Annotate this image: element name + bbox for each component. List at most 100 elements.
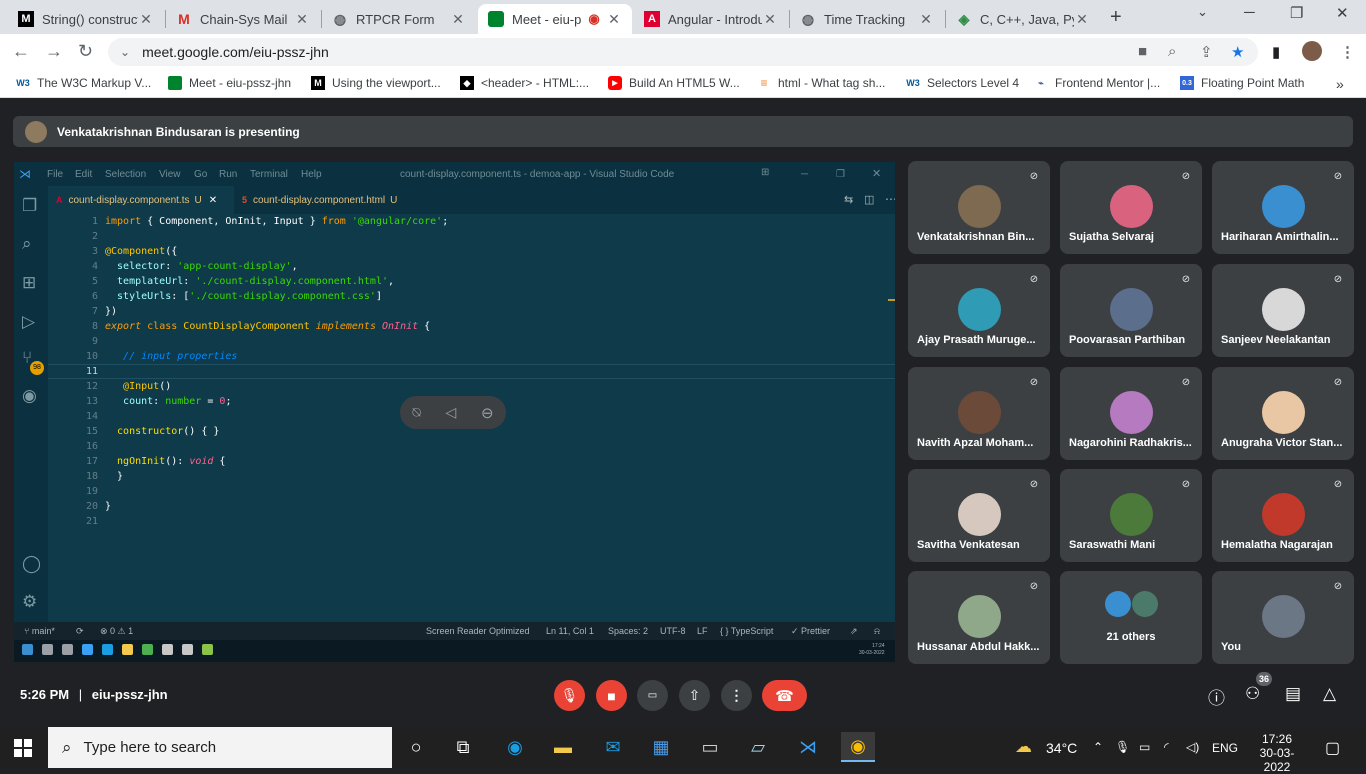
- taskbar-search[interactable]: ⌕ Type here to search: [48, 727, 392, 768]
- menu-go[interactable]: Go: [194, 169, 207, 180]
- share-icon[interactable]: ⇪: [1200, 43, 1213, 61]
- minimize-button[interactable]: ─: [801, 169, 808, 180]
- maximize-button[interactable]: ❐: [836, 169, 845, 180]
- bookmark-stackoverflow[interactable]: ≡ html - What tag sh...: [757, 76, 885, 90]
- split-editor-icon[interactable]: ◫: [864, 193, 874, 206]
- close-icon[interactable]: ✕: [138, 11, 154, 28]
- compare-icon[interactable]: ⇆: [844, 193, 853, 206]
- back-button[interactable]: ←: [12, 41, 30, 62]
- close-icon[interactable]: ✕: [1074, 11, 1090, 28]
- gear-icon[interactable]: ⚙: [22, 592, 37, 612]
- tab-angular[interactable]: A Angular - Introdu ✕: [634, 4, 788, 34]
- tab-rtpcr-form[interactable]: ◍ RTPCR Form ✕: [322, 4, 476, 34]
- close-icon[interactable]: ✕: [762, 11, 778, 28]
- start-button[interactable]: [14, 739, 32, 757]
- participant-tile[interactable]: ⊘ Anugraha Victor Stan...: [1212, 367, 1354, 460]
- participant-tile[interactable]: ⊘ Sujatha Selvaraj: [1060, 161, 1202, 254]
- participant-tile[interactable]: ⊘ Saraswathi Mani: [1060, 469, 1202, 562]
- menu-help[interactable]: Help: [301, 169, 322, 180]
- terminal-icon[interactable]: ▭: [697, 735, 723, 759]
- encoding-status[interactable]: UTF-8: [660, 626, 686, 636]
- notification-icon[interactable]: ▢: [1325, 738, 1340, 758]
- maximize-button[interactable]: ❐: [1290, 4, 1303, 22]
- store-icon[interactable]: ▦: [648, 735, 674, 759]
- tab-string-constructor[interactable]: M String() construct ✕: [8, 4, 164, 34]
- close-icon[interactable]: ✕: [872, 167, 881, 180]
- participant-tile[interactable]: ⊘ Poovarasan Parthiban: [1060, 264, 1202, 357]
- reload-button[interactable]: ↻: [78, 41, 93, 62]
- cursor-position[interactable]: Ln 11, Col 1: [546, 626, 594, 636]
- more-actions-icon[interactable]: ⋯: [885, 192, 895, 206]
- menu-run[interactable]: Run: [219, 169, 237, 180]
- captions-button[interactable]: ▭: [637, 680, 668, 711]
- close-window-button[interactable]: ✕: [1336, 4, 1349, 22]
- layout-icon[interactable]: ⊞: [761, 167, 769, 178]
- microphone-icon[interactable]: 🎙: [1115, 740, 1130, 754]
- participant-tile[interactable]: ⊘ Savitha Venkatesan: [908, 469, 1050, 562]
- participant-tile[interactable]: ⊘ Hemalatha Nagarajan: [1212, 469, 1354, 562]
- participant-tile[interactable]: ⊘ Sanjeev Neelakantan: [1212, 264, 1354, 357]
- notifications-icon[interactable]: ⍾: [874, 626, 880, 637]
- participant-tile[interactable]: ⊘ Hariharan Amirthalin...: [1212, 161, 1354, 254]
- mail-icon[interactable]: ✉: [600, 735, 626, 759]
- chevron-down-icon[interactable]: ⌄: [1197, 4, 1208, 20]
- cortana-icon[interactable]: ○: [403, 735, 429, 759]
- present-button[interactable]: ⇧: [679, 680, 710, 711]
- task-view-icon[interactable]: ⧉: [450, 735, 476, 759]
- file-explorer-icon[interactable]: ▬: [550, 735, 576, 759]
- participant-tile[interactable]: ⊘ Ajay Prasath Muruge...: [908, 264, 1050, 357]
- weather-temp[interactable]: 34°C: [1046, 740, 1077, 756]
- problems-indicator[interactable]: ⊗ 0 ⚠ 1: [100, 626, 133, 637]
- edge-devtools-icon[interactable]: ◉: [22, 386, 37, 406]
- new-tab-button[interactable]: +: [1110, 6, 1122, 29]
- close-icon[interactable]: ✕: [918, 11, 934, 28]
- eol-status[interactable]: LF: [697, 626, 708, 636]
- screen-reader-status[interactable]: Screen Reader Optimized: [426, 626, 530, 636]
- camera-icon[interactable]: ■: [1138, 43, 1147, 60]
- bookmark-selectors[interactable]: W3 Selectors Level 4: [906, 76, 1019, 90]
- people-icon[interactable]: ⚇: [1245, 684, 1260, 704]
- language-mode[interactable]: { } TypeScript: [720, 626, 773, 636]
- close-icon[interactable]: ✕: [606, 11, 622, 28]
- menu-view[interactable]: View: [159, 169, 181, 180]
- more-options-button[interactable]: ⋮: [721, 680, 752, 711]
- menu-file[interactable]: File: [47, 169, 63, 180]
- mic-off-button[interactable]: 🎙: [554, 680, 585, 711]
- forward-button[interactable]: →: [45, 41, 63, 62]
- end-call-button[interactable]: ☎: [762, 680, 807, 711]
- camera-off-button[interactable]: ■: [596, 680, 627, 711]
- remove-icon[interactable]: ⊖: [481, 404, 494, 422]
- edge-icon[interactable]: ◉: [502, 735, 528, 759]
- participant-tile[interactable]: ⊘ Nagarohini Radhakris...: [1060, 367, 1202, 460]
- participant-tile[interactable]: ⊘ Venkatakrishnan Bin...: [908, 161, 1050, 254]
- menu-terminal[interactable]: Terminal: [250, 169, 288, 180]
- wifi-icon[interactable]: ◜: [1164, 740, 1169, 754]
- bookmark-header-html[interactable]: ◆ <header> - HTML:...: [460, 76, 589, 90]
- participant-tile[interactable]: ⊘ Navith Apzal Moham...: [908, 367, 1050, 460]
- tab-count-display-html[interactable]: 5 count-display.component.html U: [234, 186, 424, 214]
- tab-time-tracking[interactable]: ◍ Time Tracking ✕: [790, 4, 944, 34]
- explorer-icon[interactable]: ❐: [22, 196, 37, 216]
- close-icon[interactable]: ✕: [294, 11, 310, 28]
- participant-tile[interactable]: ⊘ You: [1212, 571, 1354, 664]
- bookmark-star-icon[interactable]: ★: [1231, 43, 1244, 61]
- vscode-icon[interactable]: ⋊: [795, 735, 821, 759]
- more-bookmarks-icon[interactable]: »: [1336, 76, 1344, 92]
- live-share-icon[interactable]: ⇗: [850, 626, 858, 637]
- account-icon[interactable]: ◯: [22, 554, 41, 574]
- volume-icon[interactable]: ◁): [1186, 740, 1199, 754]
- bookmark-frontend-mentor[interactable]: ⌁ Frontend Mentor |...: [1034, 76, 1160, 90]
- notepad-icon[interactable]: ▱: [745, 735, 771, 759]
- language-indicator[interactable]: ENG: [1212, 741, 1238, 755]
- bookmark-w3c-markup[interactable]: W3 The W3C Markup V...: [16, 76, 151, 90]
- pin-off-icon[interactable]: ⍉: [412, 404, 420, 421]
- mute-share-audio-icon[interactable]: ◁: [446, 404, 457, 421]
- tab-geeks[interactable]: ◈ C, C++, Java, Pytl ✕: [946, 4, 1100, 34]
- weather-icon[interactable]: ☁: [1015, 737, 1032, 757]
- zoom-icon[interactable]: ⌕: [1168, 43, 1176, 60]
- search-icon[interactable]: ⌕: [22, 234, 32, 254]
- prettier-status[interactable]: ✓ Prettier: [791, 626, 830, 637]
- bookmark-floating-point[interactable]: 0.3 Floating Point Math: [1180, 76, 1304, 90]
- tab-chain-sys-mail[interactable]: M Chain-Sys Mail ✕: [166, 4, 320, 34]
- info-icon[interactable]: ⓘ: [1208, 684, 1225, 709]
